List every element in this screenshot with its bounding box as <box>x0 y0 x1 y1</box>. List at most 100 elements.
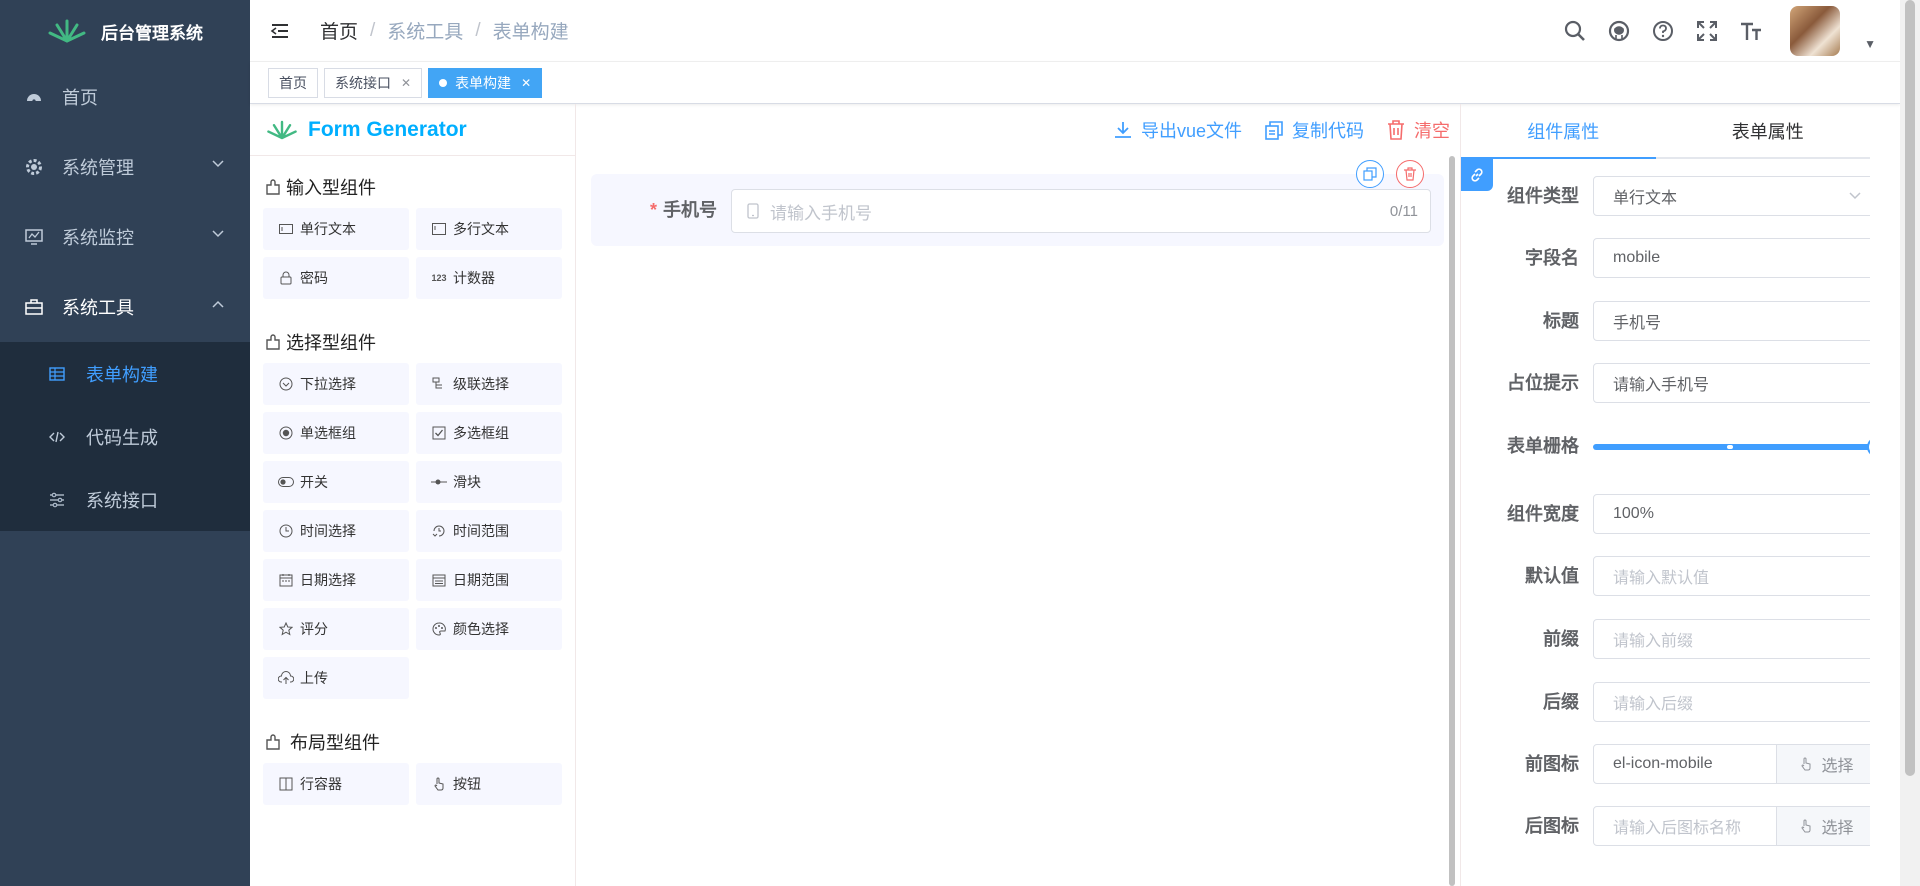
component-item[interactable]: 评分 <box>263 608 409 650</box>
sidebar: 后台管理系统 首页 系统管理 系统监控 系统工具 表单构建 代码生成 系统接口 <box>0 0 250 886</box>
sidebar-item-system[interactable]: 系统管理 <box>0 132 250 202</box>
component-item[interactable]: 按钮 <box>416 763 562 805</box>
prefix-icon-select-button[interactable]: 选择 <box>1777 744 1870 784</box>
font-size-icon[interactable] <box>1738 18 1764 44</box>
sidebar-item-label: 代码生成 <box>86 427 158 448</box>
calendar-icon <box>278 572 294 588</box>
tab-form-props[interactable]: 表单属性 <box>1666 104 1871 157</box>
component-item[interactable]: 多行文本 <box>416 208 562 250</box>
breadcrumb-item[interactable]: 首页 <box>320 17 358 44</box>
export-vue-button[interactable]: 导出vue文件 <box>1113 117 1242 143</box>
prop-title: 标题 手机号 <box>1461 301 1870 341</box>
component-item[interactable]: 下拉选择 <box>263 363 409 405</box>
component-item[interactable]: 行容器 <box>263 763 409 805</box>
sidebar-item-label: 系统接口 <box>86 490 158 511</box>
clear-button[interactable]: 清空 <box>1386 117 1450 143</box>
breadcrumb-separator: / <box>475 19 481 41</box>
trash-icon <box>1388 120 1404 140</box>
input-icon <box>278 221 294 237</box>
logo-icon <box>267 120 297 139</box>
properties-panel: 组件属性 表单属性 组件类型 单行文本 字段名 mobile 标题 手机号 占位… <box>1460 104 1870 886</box>
copy-item-icon[interactable] <box>1356 160 1384 188</box>
upload-icon <box>278 670 294 686</box>
prop-prefix-icon: 前图标 el-icon-mobile 选择 <box>1461 744 1870 784</box>
form-item-mobile[interactable]: * 手机号 请输入手机号 0/11 <box>591 174 1444 246</box>
component-item[interactable]: 滑块 <box>416 461 562 503</box>
title-input[interactable]: 手机号 <box>1593 301 1870 341</box>
generator-toolbar: 导出vue文件 复制代码 清空 <box>576 104 1456 156</box>
prefix-input[interactable]: 请输入前缀 <box>1593 619 1870 659</box>
component-type-select[interactable]: 单行文本 <box>1593 176 1870 216</box>
suffix-icon-input[interactable]: 请输入后图标名称 <box>1593 806 1777 846</box>
delete-item-icon[interactable] <box>1396 160 1424 188</box>
cascader-icon <box>431 376 447 392</box>
sidebar-item-api[interactable]: 系统接口 <box>0 468 250 531</box>
tag-form-build[interactable]: 表单构建 ✕ <box>428 67 543 98</box>
component-grid-input: 单行文本 多行文本 密码 123 计数器 <box>250 208 575 299</box>
close-icon[interactable]: ✕ <box>401 76 411 90</box>
suffix-icon-select-button[interactable]: 选择 <box>1777 806 1870 846</box>
textarea-icon <box>431 221 447 237</box>
tag-label: 首页 <box>279 74 307 91</box>
sidebar-item-code-gen[interactable]: 代码生成 <box>0 405 250 468</box>
component-item[interactable]: 开关 <box>263 461 409 503</box>
sidebar-item-home[interactable]: 首页 <box>0 62 250 132</box>
fullscreen-icon[interactable] <box>1694 18 1720 44</box>
sidebar-item-form-build[interactable]: 表单构建 <box>0 342 250 405</box>
component-item[interactable]: 时间范围 <box>416 510 562 552</box>
tab-component-props[interactable]: 组件属性 <box>1461 104 1666 157</box>
chevron-up-icon <box>212 300 224 308</box>
sidebar-item-monitor[interactable]: 系统监控 <box>0 202 250 272</box>
field-name-input[interactable]: mobile <box>1593 238 1870 278</box>
tag-home[interactable]: 首页 <box>268 67 318 98</box>
breadcrumb-item: 系统工具 <box>387 22 464 43</box>
monitor-icon <box>24 227 44 247</box>
tag-label: 表单构建 <box>455 74 512 91</box>
sidebar-item-label: 系统监控 <box>62 228 134 248</box>
app-logo[interactable]: 后台管理系统 <box>0 0 250 62</box>
component-item[interactable]: 上传 <box>263 657 409 699</box>
mobile-input[interactable]: 请输入手机号 0/11 <box>731 189 1431 233</box>
hamburger-icon[interactable] <box>270 21 290 41</box>
copy-code-button[interactable]: 复制代码 <box>1264 117 1364 143</box>
component-item[interactable]: 单选框组 <box>263 412 409 454</box>
canvas-scrollbar[interactable] <box>1448 156 1456 886</box>
component-item[interactable]: 级联选择 <box>416 363 562 405</box>
prefix-icon-input[interactable]: el-icon-mobile <box>1593 744 1777 784</box>
width-input[interactable]: 100% <box>1593 494 1870 534</box>
question-icon[interactable] <box>1650 18 1676 44</box>
prop-suffix-icon: 后图标 请输入后图标名称 选择 <box>1461 806 1870 846</box>
span-slider[interactable] <box>1593 437 1870 457</box>
avatar[interactable] <box>1790 6 1841 56</box>
sidebar-item-tools[interactable]: 系统工具 <box>0 272 250 342</box>
canvas-scrollbar-thumb[interactable] <box>1449 156 1455 886</box>
form-item-label: * 手机号 <box>649 200 717 220</box>
page-scrollbar-thumb[interactable] <box>1905 0 1915 776</box>
prop-width: 组件宽度 100% <box>1461 494 1870 534</box>
page-scrollbar[interactable] <box>1900 0 1920 886</box>
caret-down-icon[interactable]: ▼ <box>1864 37 1876 51</box>
mobile-phone-icon <box>747 203 759 219</box>
default-value-input[interactable]: 请输入默认值 <box>1593 556 1870 596</box>
tags-view: 首页 系统接口 ✕ 表单构建 ✕ <box>250 62 1900 104</box>
slider-handle[interactable] <box>1867 437 1870 457</box>
suffix-input[interactable]: 请输入后缀 <box>1593 682 1870 722</box>
placeholder-input[interactable]: 请输入手机号 <box>1593 363 1870 403</box>
component-item[interactable]: 多选框组 <box>416 412 562 454</box>
github-icon[interactable] <box>1606 18 1632 44</box>
component-item[interactable]: 123 计数器 <box>416 257 562 299</box>
close-icon[interactable]: ✕ <box>521 76 531 90</box>
component-item[interactable]: 时间选择 <box>263 510 409 552</box>
component-item[interactable]: 密码 <box>263 257 409 299</box>
prop-component-type: 组件类型 单行文本 <box>1461 176 1870 216</box>
sidebar-item-label: 系统管理 <box>62 158 134 178</box>
prop-prefix: 前缀 请输入前缀 <box>1461 619 1870 659</box>
hand-pointer-icon <box>431 776 447 792</box>
component-item[interactable]: 日期范围 <box>416 559 562 601</box>
component-item[interactable]: 日期选择 <box>263 559 409 601</box>
tag-api[interactable]: 系统接口 ✕ <box>324 67 423 98</box>
component-item[interactable]: 颜色选择 <box>416 608 562 650</box>
component-item[interactable]: 单行文本 <box>263 208 409 250</box>
checkbox-icon <box>431 425 447 441</box>
search-icon[interactable] <box>1562 18 1588 44</box>
